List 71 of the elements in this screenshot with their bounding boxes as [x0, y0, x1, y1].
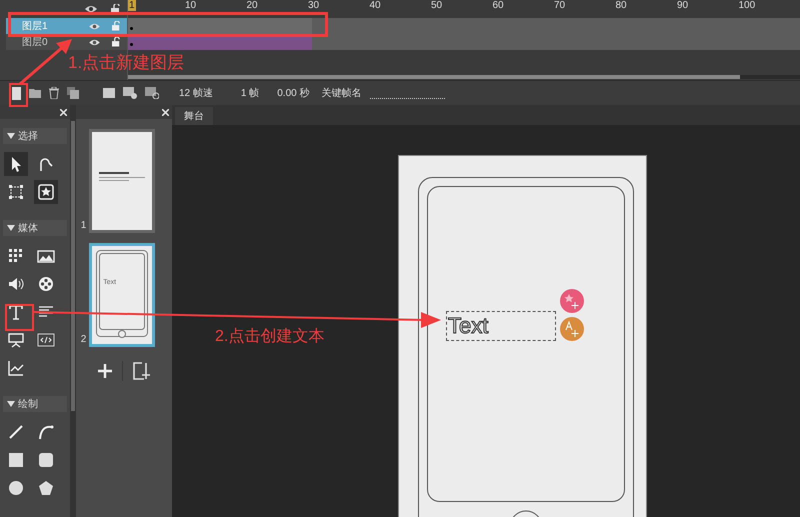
ruler-label: 20 — [246, 0, 259, 11]
text-lines-drawing — [99, 172, 146, 184]
page-number: 2 — [80, 333, 86, 347]
layer-name: 图层0 — [21, 36, 48, 50]
ruler-label: 100 — [738, 0, 756, 11]
speaker-icon — [7, 275, 25, 293]
playhead-marker[interactable]: 1 — [128, 0, 136, 11]
ruler-label: 60 — [492, 0, 505, 11]
page-number: 1 — [80, 219, 86, 233]
circle-icon — [7, 479, 25, 497]
ruler-label: 90 — [677, 0, 690, 11]
insert-page-icon[interactable] — [132, 362, 150, 380]
ruler-label: 10 — [185, 0, 198, 11]
eye-icon[interactable] — [89, 38, 100, 46]
close-icon[interactable] — [60, 108, 67, 116]
section-header[interactable]: 绘制 — [3, 396, 67, 412]
text-box[interactable]: Text — [446, 311, 556, 341]
lock-icon[interactable] — [112, 37, 121, 47]
lock-icon[interactable] — [111, 4, 121, 14]
ruler-label: 50 — [431, 0, 444, 11]
frame-rate[interactable]: 12 帧速 — [179, 86, 213, 100]
section-title: 绘制 — [18, 398, 38, 412]
curve-tool-icon — [37, 423, 55, 441]
annotation: 2.点击创建文本 — [215, 327, 324, 347]
rounded-square-icon — [37, 451, 55, 469]
close-icon[interactable] — [162, 108, 169, 116]
bend-tool-icon — [37, 155, 55, 173]
time-reading: 0.00 秒 — [277, 86, 310, 100]
collapse-triangle-icon[interactable] — [7, 401, 15, 407]
trash-icon[interactable] — [49, 87, 59, 99]
folder-icon[interactable] — [29, 88, 41, 98]
annotation: 1.点击新建图层 — [68, 53, 184, 73]
star-frame-icon — [37, 183, 55, 201]
text-add-icon[interactable] — [560, 317, 584, 341]
add-page-icon[interactable] — [98, 364, 112, 378]
keyframe-add-icon[interactable] — [123, 87, 137, 99]
layer-name: 图层1 — [21, 20, 48, 34]
keyframe-name-label: 关键帧名 — [322, 86, 362, 100]
highlight-frame — [5, 304, 34, 331]
film-reel-icon — [37, 275, 55, 293]
new-layer-icon[interactable] — [12, 86, 21, 100]
section-title: 媒体 — [18, 222, 38, 236]
page-thumbnail[interactable] — [89, 129, 156, 233]
text-tool-icon — [7, 303, 25, 321]
collapse-triangle-icon[interactable] — [7, 133, 15, 139]
star-add-icon[interactable] — [560, 289, 584, 313]
grid-icon — [7, 247, 25, 265]
frame-number: 1 帧 — [240, 86, 260, 100]
highlight-frame — [9, 83, 28, 107]
section-title: 选择 — [18, 130, 38, 144]
ruler-label: 40 — [370, 0, 382, 11]
section-header[interactable]: 媒体 — [3, 220, 67, 236]
pentagon-icon — [37, 479, 55, 497]
tool-button[interactable] — [34, 180, 58, 204]
section-header[interactable]: 选择 — [3, 128, 67, 144]
eye-icon[interactable] — [85, 5, 97, 13]
eye-icon[interactable] — [89, 22, 100, 30]
code-icon — [37, 331, 55, 349]
collapse-triangle-icon[interactable] — [7, 225, 15, 231]
transform-icon — [7, 183, 25, 201]
line-chart-icon — [7, 359, 25, 377]
ruler-label: 30 — [308, 0, 320, 11]
line-tool-icon — [7, 423, 25, 441]
presentation-icon — [7, 331, 25, 349]
stage-tab[interactable]: 舞台 — [175, 107, 213, 125]
copy-icon[interactable] — [67, 87, 79, 99]
square-icon — [7, 451, 25, 469]
keyframe-clear-icon[interactable] — [145, 87, 159, 99]
ruler-label: 70 — [554, 0, 566, 11]
ruler-label: 80 — [616, 0, 628, 11]
tool-button[interactable] — [4, 152, 28, 176]
